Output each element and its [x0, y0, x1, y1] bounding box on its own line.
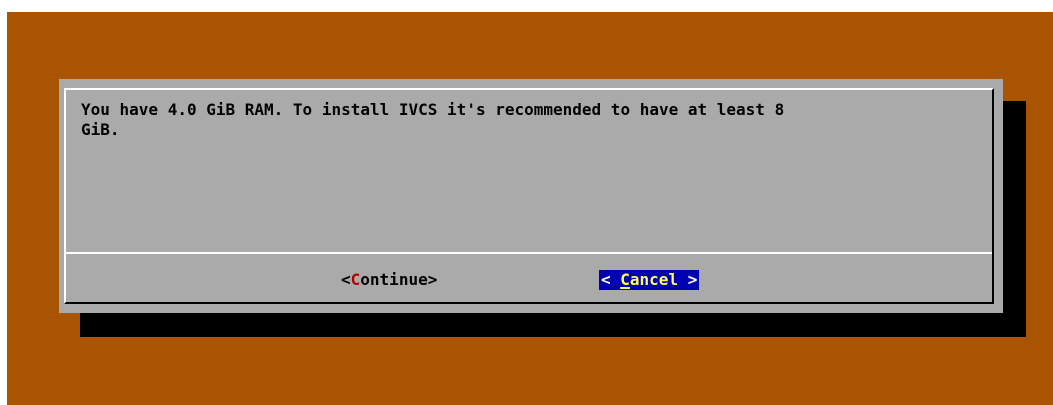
message-line-1: You have 4.0 GiB RAM. To install IVCS it…: [81, 100, 785, 119]
continue-label: ontinue: [360, 270, 428, 289]
separator-edge: [992, 252, 994, 254]
cancel-hotkey: C: [620, 270, 630, 289]
continue-bracket-close: >: [427, 270, 438, 289]
dialog-message: You have 4.0 GiB RAM. To install IVCS it…: [81, 100, 981, 140]
cancel-bracket-close: >: [678, 270, 698, 289]
continue-button[interactable]: <Continue>: [341, 270, 437, 290]
button-separator: [64, 252, 994, 254]
message-line-2: GiB.: [81, 120, 120, 139]
continue-bracket-open: <: [341, 270, 351, 289]
cancel-button[interactable]: < Cancel >: [599, 270, 700, 290]
ram-warning-dialog: You have 4.0 GiB RAM. To install IVCS it…: [59, 79, 1003, 313]
cancel-label: ancel: [629, 270, 679, 289]
continue-hotkey: C: [350, 270, 361, 289]
cancel-bracket-open: <: [601, 270, 621, 289]
